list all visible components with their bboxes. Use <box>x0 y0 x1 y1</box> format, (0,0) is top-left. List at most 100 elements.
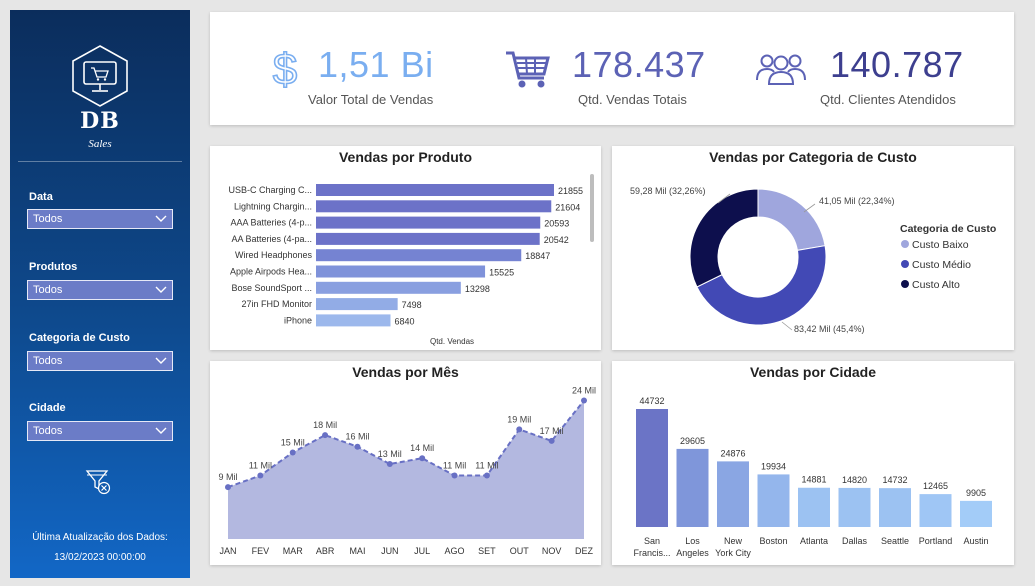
x-tick-label: JUL <box>414 546 430 556</box>
data-label: 24 Mil <box>572 386 596 396</box>
bar <box>316 314 391 327</box>
data-point <box>322 432 329 439</box>
bar-value-label: 21604 <box>555 202 580 212</box>
sidebar: DB Sales Data Todos Produtos Todos Categ… <box>10 10 190 578</box>
bar <box>316 298 398 311</box>
bar <box>919 494 952 527</box>
filter-produtos-select[interactable]: Todos <box>27 280 173 300</box>
clear-filters-button[interactable] <box>83 468 113 496</box>
x-tick-label: Los <box>685 536 700 546</box>
filter-data-label: Data <box>29 191 53 203</box>
bar-value-label: 15525 <box>489 268 514 278</box>
slice-leader-line <box>781 321 793 331</box>
bar <box>838 487 871 527</box>
x-tick-label: Dallas <box>842 536 868 546</box>
data-point <box>581 397 587 404</box>
bar-value-label: 9905 <box>966 488 986 498</box>
chart-vendas-categoria: Vendas por Categoria de Custo 41,05 Mil … <box>612 146 1014 350</box>
bar-value-label: 6840 <box>394 316 414 326</box>
chart-mes-svg: 9 Mil JAN 11 Mil FEV 15 Mil MAR 18 Mil ABR 16 Mi… <box>218 386 596 556</box>
legend-item-label: Custo Médio <box>912 259 971 271</box>
filter-cidade-value: Todos <box>33 425 63 437</box>
last-update-label: Última Atualização dos Dados: <box>32 532 168 543</box>
bar <box>636 409 668 527</box>
filter-data-select[interactable]: Todos <box>27 209 173 229</box>
filter-categoria-label: Categoria de Custo <box>29 332 130 344</box>
chart-vendas-produto: Vendas por Produto USB-C Charging C... 21… <box>210 146 601 350</box>
sidebar-divider <box>18 161 182 162</box>
x-tick-label: FEV <box>252 546 270 556</box>
bar-category-label: USB-C Charging C... <box>228 185 312 195</box>
x-tick-label: SET <box>478 546 496 556</box>
x-tick-label: JAN <box>219 546 236 556</box>
bar <box>316 281 461 294</box>
x-tick-label: Portland <box>919 536 953 546</box>
bar-value-label: 7498 <box>402 300 422 310</box>
x-tick-label: JUN <box>381 546 399 556</box>
legend-marker <box>901 260 909 268</box>
clear-filter-icon <box>85 470 111 495</box>
chevron-down-icon <box>155 427 167 434</box>
bar <box>960 500 992 527</box>
bar-value-label: 21855 <box>558 186 583 196</box>
chart-vendas-cidade: Vendas por Cidade 44732 San Francis... 2960… <box>612 361 1014 565</box>
monitor-cart-logo-icon <box>72 45 128 107</box>
data-point <box>225 484 231 491</box>
bar-value-label: 14820 <box>842 475 867 485</box>
bar-category-label: Lightning Chargin... <box>234 201 312 211</box>
slice-label: 41,05 Mil (22,34%) <box>819 196 895 206</box>
brand-title: DB <box>80 108 120 134</box>
last-update-value: 13/02/2023 00:00:00 <box>54 552 146 563</box>
chart-vendas-mes: Vendas por Mês 9 Mil JAN 11 Mil FEV 15 Mil MA… <box>210 361 601 565</box>
data-label: 11 Mil <box>443 461 466 471</box>
bar-category-label: AA Batteries (4-pa... <box>231 234 312 244</box>
legend-title: Categoria de Custo <box>900 223 996 235</box>
bar-category-label: Wired Headphones <box>235 250 313 260</box>
legend-marker <box>901 280 909 288</box>
x-tick-label: York City <box>715 548 751 558</box>
data-point <box>451 472 458 479</box>
data-point <box>548 437 555 444</box>
data-label: 19 Mil <box>507 414 531 424</box>
x-tick-label: MAR <box>283 546 304 556</box>
data-point <box>289 449 296 456</box>
bar-value-label: 14732 <box>882 475 907 485</box>
data-label: 11 Mil <box>249 461 272 471</box>
filter-cidade-select[interactable]: Todos <box>27 421 173 441</box>
data-point <box>516 426 523 433</box>
bar <box>316 184 554 196</box>
data-point <box>257 472 264 479</box>
filter-data-value: Todos <box>33 213 63 225</box>
bar-value-label: 18847 <box>525 251 550 261</box>
x-tick-label: New <box>724 536 743 546</box>
kpi-clientes: 140.787 Qtd. Clientes Atendidos <box>750 12 1014 125</box>
bar <box>316 216 541 229</box>
filter-produtos-value: Todos <box>33 284 63 296</box>
data-point <box>354 443 361 450</box>
x-tick-label: DEZ <box>575 546 594 556</box>
data-point <box>386 461 393 467</box>
bar <box>798 487 830 527</box>
scrollbar[interactable] <box>590 174 594 242</box>
x-axis-label: Qtd. Vendas <box>430 337 474 346</box>
data-label: 18 Mil <box>313 420 337 430</box>
legend-item-label: Custo Baixo <box>912 239 969 251</box>
filter-categoria-select[interactable]: Todos <box>27 351 173 371</box>
bar-value-label: 14881 <box>801 475 826 485</box>
slice-label: 83,42 Mil (45,4%) <box>794 324 865 334</box>
slice-label: 59,28 Mil (32,26%) <box>630 186 706 196</box>
chart-produto-svg: USB-C Charging C... 21855 Lightning Chargi… <box>228 184 583 346</box>
x-tick-label: OUT <box>510 546 529 556</box>
donut-slice <box>757 188 826 251</box>
bar-category-label: Bose SoundSport ... <box>231 283 312 293</box>
bar <box>757 474 790 527</box>
bar <box>316 249 522 262</box>
bar <box>316 232 540 245</box>
chevron-down-icon <box>155 357 167 364</box>
chart-categoria-svg: 41,05 Mil (22,34%) 83,42 Mil (45,4%) 59,28… <box>630 186 996 334</box>
bar-value-label: 12465 <box>923 481 948 491</box>
users-icon <box>756 54 806 85</box>
donut-slice <box>689 188 759 288</box>
x-tick-label: San <box>644 536 660 546</box>
x-tick-label: Atlanta <box>800 536 828 546</box>
